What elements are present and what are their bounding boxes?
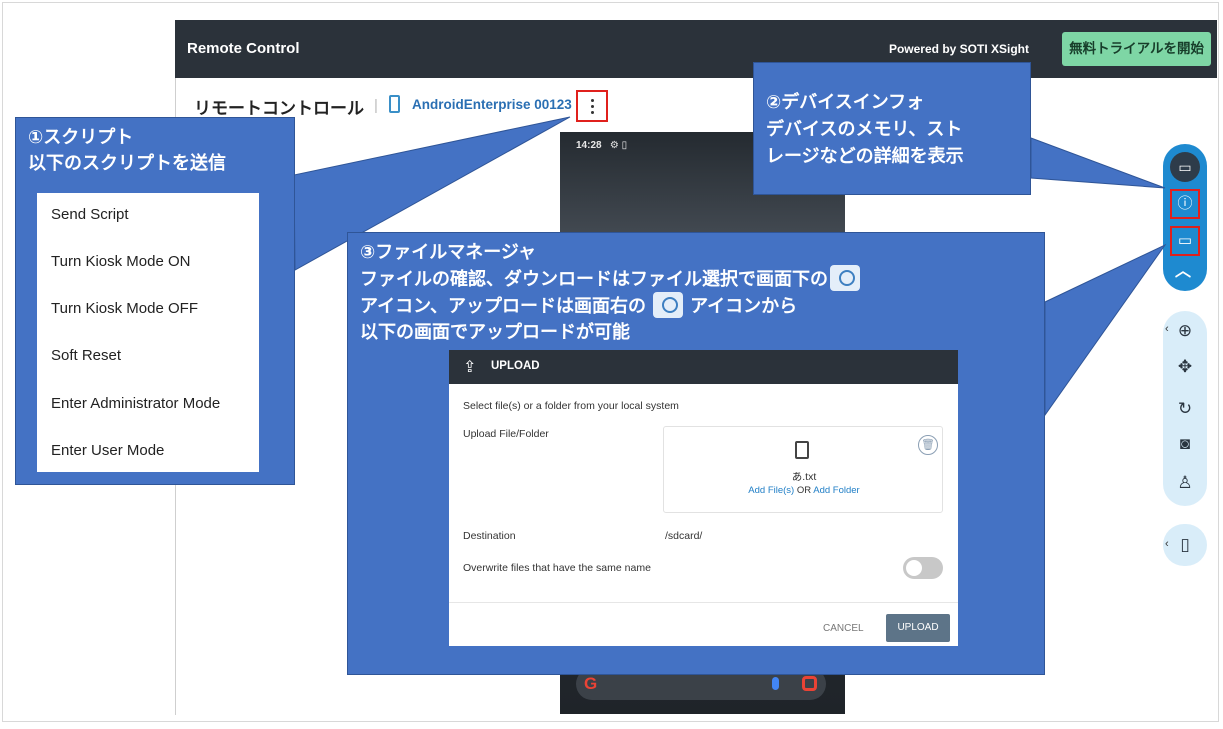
info-icon[interactable]: ⓘ — [1170, 189, 1200, 219]
upload-icon: ⇪ — [463, 359, 477, 376]
toolbar-view-group: ‹ ⊕ ✥ ↻ ◙ ♙ — [1163, 311, 1207, 506]
upload-dialog-subtitle: Select file(s) or a folder from your loc… — [463, 400, 679, 412]
phone-icon[interactable]: ▯ — [1173, 533, 1197, 557]
zoom-in-icon[interactable]: ⊕ — [1173, 319, 1197, 343]
camera-icon[interactable]: ◙ — [1173, 432, 1197, 456]
overwrite-label: Overwrite files that have the same name — [463, 562, 651, 574]
rotate-icon[interactable]: ↻ — [1173, 397, 1197, 421]
add-files-link[interactable]: Add File(s) — [748, 485, 794, 496]
file-add-links: Add File(s) OR Add Folder — [664, 485, 944, 496]
script-callout-title: ①スクリプト — [28, 127, 134, 147]
status-icons: ⚙ ▯ — [604, 140, 628, 151]
chevron-left-icon[interactable]: ‹ — [1165, 538, 1169, 550]
device-info-callout-line2: デバイスのメモリ、スト — [766, 119, 963, 139]
device-name-link[interactable]: AndroidEnterprise 00123 — [412, 97, 572, 112]
overwrite-toggle[interactable] — [903, 557, 943, 579]
device-info-callout-title: ②デバイスインフォ — [766, 92, 925, 112]
chevron-up-icon[interactable]: ︿ — [1175, 257, 1191, 281]
menu-item-user-mode[interactable]: Enter User Mode — [51, 442, 164, 459]
trash-icon[interactable]: 🗑 — [918, 435, 938, 455]
script-callout-text: ①スクリプト 以下のスクリプトを送信 — [28, 124, 226, 176]
status-bar: 14:28 ⚙ ▯ — [576, 140, 627, 151]
mic-icon[interactable] — [772, 677, 779, 690]
script-menu: Send Script Turn Kiosk Mode ON Turn Kios… — [37, 193, 259, 472]
menu-item-kiosk-on[interactable]: Turn Kiosk Mode ON — [51, 253, 191, 270]
add-folder-link[interactable]: Add Folder — [813, 485, 859, 496]
chevron-left-icon[interactable]: ‹ — [1165, 323, 1169, 335]
app-title: Remote Control — [187, 40, 300, 57]
device-info-callout-line3: レージなどの詳細を表示 — [766, 146, 964, 166]
file-dropzone[interactable]: 🗑 あ.txt Add File(s) OR Add Folder — [663, 426, 943, 513]
page-subheader: リモートコントロール | AndroidEnterprise 00123 — [176, 78, 1216, 133]
upload-dialog-header: ⇪ UPLOAD — [449, 350, 958, 384]
user-settings-icon[interactable]: ♙ — [1173, 471, 1197, 495]
file-manager-line2-text: ファイルの確認、ダウンロードはファイル選択で画面下の — [360, 269, 828, 289]
upload-dialog-title: UPLOAD — [491, 360, 540, 372]
menu-item-admin-mode[interactable]: Enter Administrator Mode — [51, 395, 220, 412]
device-info-callout-text: ②デバイスインフォ デバイスのメモリ、スト レージなどの詳細を表示 — [766, 89, 964, 170]
toolbar-primary-group: ▭ ⓘ ▭ ︿ — [1163, 144, 1207, 291]
file-manager-callout-text: ③ファイルマネージャ ファイルの確認、ダウンロードはファイル選択で画面下の アイ… — [360, 239, 862, 345]
file-manager-callout-title: ③ファイルマネージャ — [360, 242, 536, 262]
app-header: Remote Control Powered by SOTI XSight 無料… — [175, 20, 1217, 78]
file-icon — [795, 441, 809, 459]
more-options-button[interactable] — [576, 90, 608, 122]
google-logo-icon: G — [584, 674, 598, 693]
file-manager-line3-suffix: アイコンから — [690, 296, 798, 316]
powered-by-label: Powered by SOTI XSight — [888, 42, 1029, 56]
upload-dialog: ⇪ UPLOAD Select file(s) or a folder from… — [449, 350, 958, 646]
file-manager-callout-line3: アイコン、アップロードは画面右の アイコンから — [360, 292, 862, 319]
menu-item-soft-reset[interactable]: Soft Reset — [51, 347, 121, 364]
status-time: 14:28 — [576, 140, 602, 151]
title-separator: | — [374, 97, 378, 114]
upload-icon — [653, 292, 684, 318]
download-icon — [830, 265, 860, 291]
script-callout-desc: 以下のスクリプトを送信 — [28, 153, 226, 173]
upload-button[interactable]: UPLOAD — [886, 614, 950, 642]
toolbar-device-group: ‹ ▯ — [1163, 524, 1207, 566]
upload-file-label: Upload File/Folder — [463, 428, 549, 440]
page-title: リモートコントロール — [194, 99, 364, 118]
destination-value: /sdcard/ — [665, 530, 703, 542]
move-icon[interactable]: ✥ — [1173, 355, 1197, 379]
or-label: OR — [796, 485, 812, 496]
destination-label: Destination — [463, 530, 516, 542]
vertical-dots-icon — [591, 99, 594, 102]
lens-icon[interactable] — [802, 676, 817, 691]
folder-icon[interactable]: ▭ — [1170, 226, 1200, 256]
file-manager-callout-line4: 以下の画面でアップロードが可能 — [360, 322, 630, 342]
free-trial-button[interactable]: 無料トライアルを開始 — [1062, 32, 1211, 66]
selected-file-name: あ.txt — [791, 471, 817, 483]
cast-icon[interactable]: ▭ — [1170, 152, 1200, 182]
menu-item-kiosk-off[interactable]: Turn Kiosk Mode OFF — [51, 300, 198, 317]
file-manager-line3-text: アイコン、アップロードは画面右の — [360, 296, 647, 316]
menu-item-send-script[interactable]: Send Script — [51, 206, 129, 223]
device-info-callout: ②デバイスインフォ デバイスのメモリ、スト レージなどの詳細を表示 — [753, 62, 1031, 195]
device-icon — [389, 95, 400, 113]
dialog-divider — [449, 602, 958, 603]
file-manager-callout-line2: ファイルの確認、ダウンロードはファイル選択で画面下の — [360, 265, 862, 292]
cancel-button[interactable]: CANCEL — [823, 623, 864, 634]
